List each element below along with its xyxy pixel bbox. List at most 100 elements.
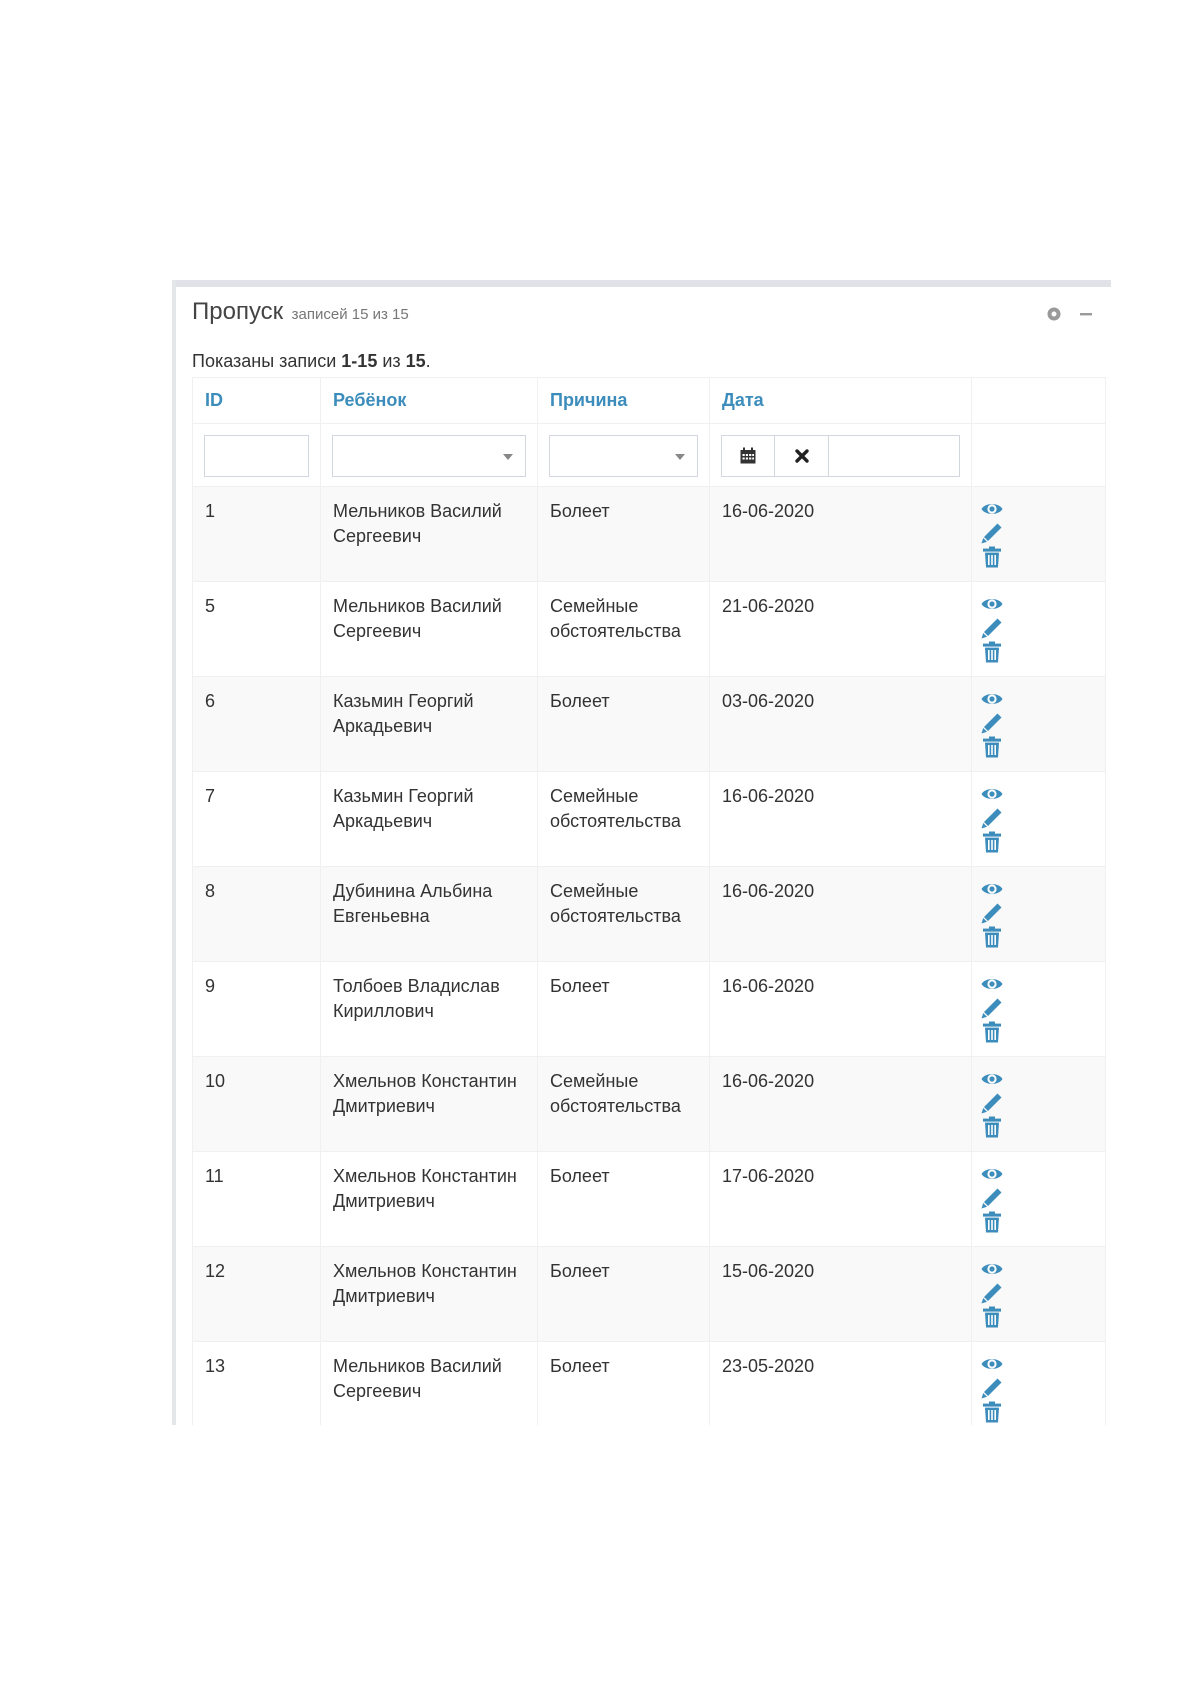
- cell-date: 23-05-2020: [709, 1341, 972, 1425]
- cell-id: 5: [192, 581, 321, 677]
- trash-icon[interactable]: [980, 1020, 1004, 1044]
- panel-title: Пропуск: [192, 298, 284, 325]
- trash-icon[interactable]: [980, 735, 1004, 759]
- cell-actions: [971, 1246, 1106, 1342]
- col-header-id-label[interactable]: ID: [205, 390, 223, 410]
- eye-icon[interactable]: [980, 782, 1004, 806]
- cell-id: 1: [192, 486, 321, 582]
- eye-icon[interactable]: [980, 497, 1004, 521]
- cell-child: Мельников Василий Сергеевич: [320, 1341, 538, 1425]
- pencil-icon[interactable]: [980, 1186, 1004, 1210]
- cell-reason: Болеет: [537, 676, 710, 772]
- pencil-icon[interactable]: [980, 1281, 1004, 1305]
- trash-icon[interactable]: [980, 640, 1004, 664]
- cell-id: 13: [192, 1341, 321, 1425]
- eye-icon[interactable]: [980, 687, 1004, 711]
- col-header-reason-label[interactable]: Причина: [550, 390, 627, 410]
- cell-actions: [971, 581, 1106, 677]
- trash-icon[interactable]: [980, 1210, 1004, 1234]
- cell-child: Мельников Василий Сергеевич: [320, 486, 538, 582]
- summary-range: 1-15: [341, 351, 378, 371]
- col-header-date-label[interactable]: Дата: [722, 390, 764, 410]
- cell-id: 10: [192, 1056, 321, 1152]
- trash-icon[interactable]: [980, 1400, 1004, 1424]
- date-filter: [721, 435, 960, 477]
- filter-cell-actions: [971, 423, 1106, 487]
- col-header-reason[interactable]: Причина: [537, 377, 710, 424]
- close-icon[interactable]: [775, 435, 829, 477]
- circle-icon[interactable]: [1043, 303, 1065, 325]
- eye-icon[interactable]: [980, 1257, 1004, 1281]
- table-row: 10 Хмельнов Константин Дмитриевич Семейн…: [192, 1056, 1106, 1152]
- cell-child: Хмельнов Константин Дмитриевич: [320, 1246, 538, 1342]
- cell-reason: Болеет: [537, 1341, 710, 1425]
- filter-cell-child: [320, 423, 538, 487]
- pencil-icon[interactable]: [980, 806, 1004, 830]
- date-filter-input[interactable]: [829, 435, 960, 477]
- pencil-icon[interactable]: [980, 996, 1004, 1020]
- pencil-icon[interactable]: [980, 901, 1004, 925]
- eye-icon[interactable]: [980, 877, 1004, 901]
- summary-total: 15: [405, 351, 426, 371]
- filter-cell-date: [709, 423, 972, 487]
- summary-text: Показаны записи 1-15 из 15.: [192, 351, 431, 372]
- cell-child: Мельников Василий Сергеевич: [320, 581, 538, 677]
- cell-date: 17-06-2020: [709, 1151, 972, 1247]
- cell-reason: Семейные обстоятельства: [537, 581, 710, 677]
- grid-panel: Пропуск записей 15 из 15 Показаны записи…: [172, 280, 1111, 1425]
- pencil-icon[interactable]: [980, 521, 1004, 545]
- cell-child: Хмельнов Константин Дмитриевич: [320, 1151, 538, 1247]
- reason-filter-select[interactable]: [549, 435, 698, 477]
- trash-icon[interactable]: [980, 925, 1004, 949]
- eye-icon[interactable]: [980, 1162, 1004, 1186]
- cell-reason: Болеет: [537, 1151, 710, 1247]
- trash-icon[interactable]: [980, 1305, 1004, 1329]
- calendar-icon[interactable]: [721, 435, 775, 477]
- eye-icon[interactable]: [980, 592, 1004, 616]
- table-header-row: ID Ребёнок Причина Дата: [192, 377, 1106, 424]
- table-row: 12 Хмельнов Константин Дмитриевич Болеет…: [192, 1246, 1106, 1342]
- panel-subtitle: записей 15 из 15: [291, 306, 409, 323]
- pencil-icon[interactable]: [980, 711, 1004, 735]
- filter-cell-id: [192, 423, 321, 487]
- cell-actions: [971, 961, 1106, 1057]
- cell-id: 12: [192, 1246, 321, 1342]
- cell-reason: Семейные обстоятельства: [537, 771, 710, 867]
- cell-date: 16-06-2020: [709, 961, 972, 1057]
- table-row: 8 Дубинина Альбина Евгеньевна Семейные о…: [192, 866, 1106, 962]
- cell-id: 6: [192, 676, 321, 772]
- cell-id: 7: [192, 771, 321, 867]
- col-header-child[interactable]: Ребёнок: [320, 377, 538, 424]
- table-row: 5 Мельников Василий Сергеевич Семейные о…: [192, 581, 1106, 677]
- cell-date: 21-06-2020: [709, 581, 972, 677]
- cell-child: Казьмин Георгий Аркадьевич: [320, 771, 538, 867]
- eye-icon[interactable]: [980, 1067, 1004, 1091]
- cell-actions: [971, 486, 1106, 582]
- col-header-child-label[interactable]: Ребёнок: [333, 390, 406, 410]
- id-filter-input[interactable]: [204, 435, 309, 477]
- cell-reason: Болеет: [537, 486, 710, 582]
- pencil-icon[interactable]: [980, 1091, 1004, 1115]
- cell-date: 16-06-2020: [709, 486, 972, 582]
- trash-icon[interactable]: [980, 830, 1004, 854]
- filter-row: [192, 423, 1106, 487]
- cell-actions: [971, 1056, 1106, 1152]
- col-header-id[interactable]: ID: [192, 377, 321, 424]
- trash-icon[interactable]: [980, 545, 1004, 569]
- cell-actions: [971, 771, 1106, 867]
- table-row: 6 Казьмин Георгий Аркадьевич Болеет 03-0…: [192, 676, 1106, 772]
- table-row: 1 Мельников Василий Сергеевич Болеет 16-…: [192, 486, 1106, 582]
- panel-header: Пропуск записей 15 из 15: [192, 298, 409, 326]
- minus-icon[interactable]: [1075, 303, 1097, 325]
- trash-icon[interactable]: [980, 1115, 1004, 1139]
- pencil-icon[interactable]: [980, 1376, 1004, 1400]
- eye-icon[interactable]: [980, 972, 1004, 996]
- summary-suffix: .: [425, 351, 431, 371]
- child-filter-select[interactable]: [332, 435, 526, 477]
- pencil-icon[interactable]: [980, 616, 1004, 640]
- cell-id: 9: [192, 961, 321, 1057]
- eye-icon[interactable]: [980, 1352, 1004, 1376]
- cell-date: 16-06-2020: [709, 1056, 972, 1152]
- cell-reason: Семейные обстоятельства: [537, 866, 710, 962]
- col-header-date[interactable]: Дата: [709, 377, 972, 424]
